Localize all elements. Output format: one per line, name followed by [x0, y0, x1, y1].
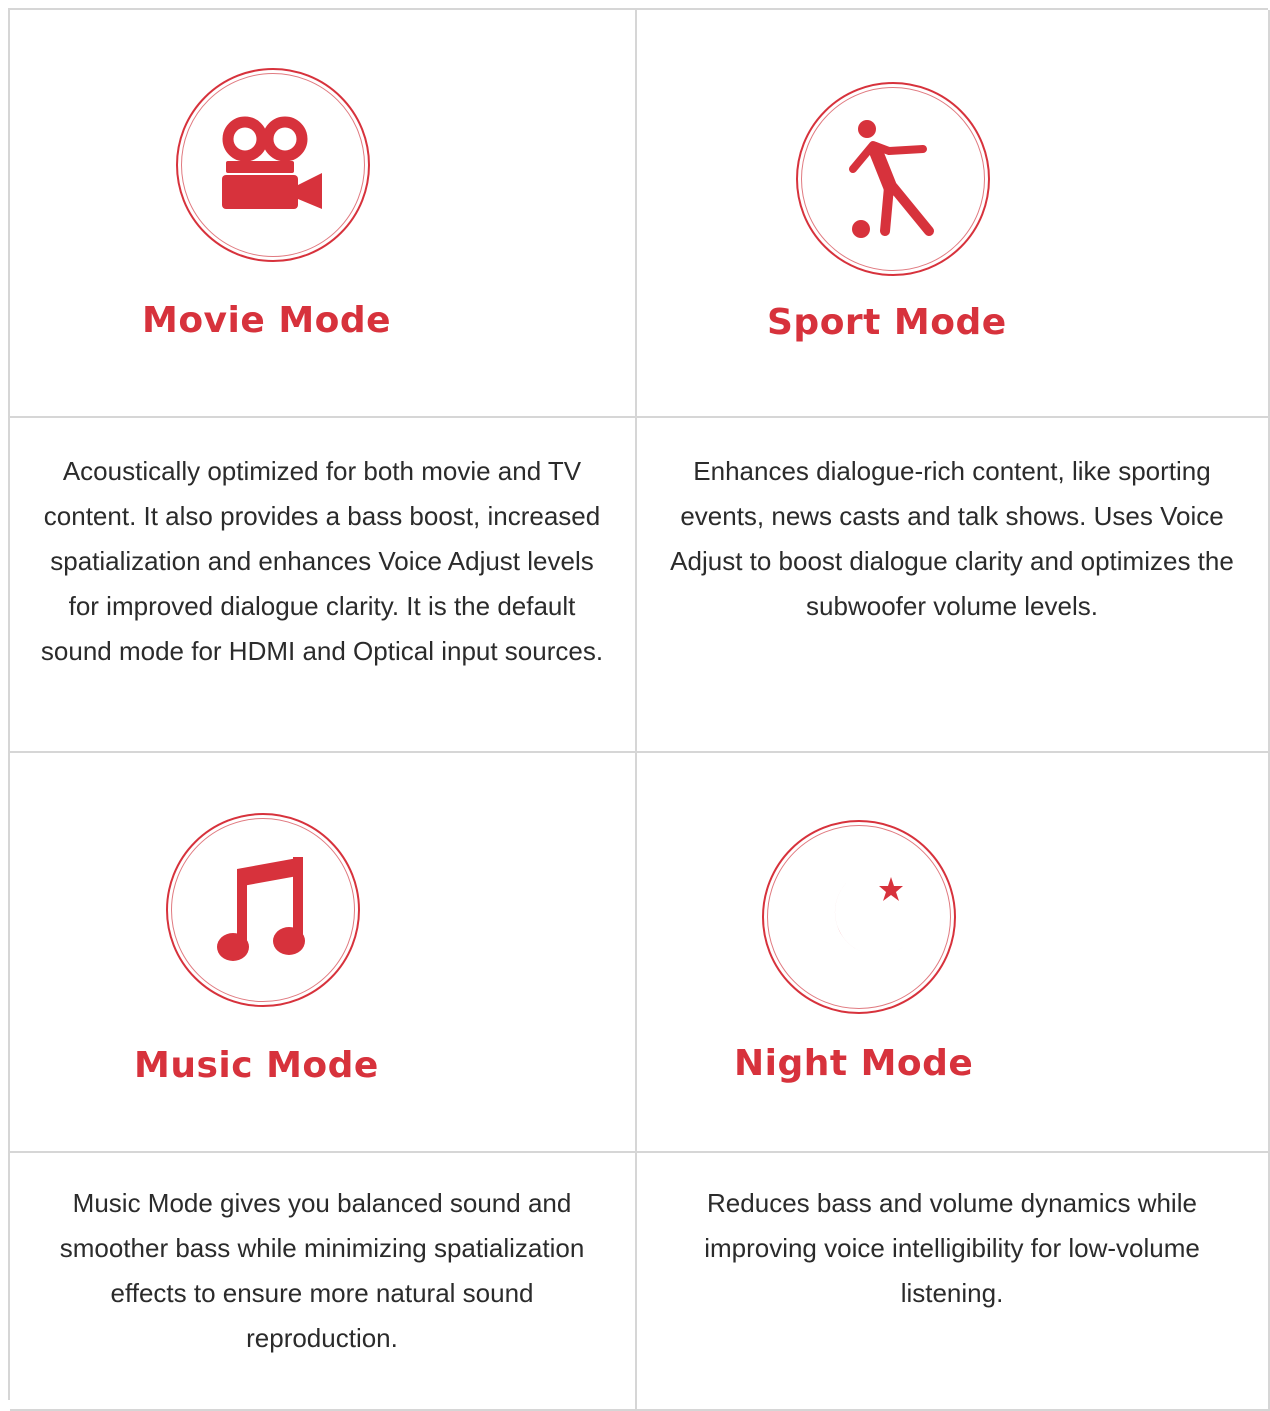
soccer-player-icon — [849, 120, 934, 238]
sport-mode-description-cell: Enhances dialogue-rich content, like spo… — [635, 416, 1270, 753]
movie-mode-badge — [176, 68, 370, 262]
mode-description: Acoustically optimized for both movie an… — [40, 456, 604, 666]
sport-mode-header-cell: Sport Mode — [635, 10, 1270, 418]
music-mode-badge — [166, 813, 360, 1007]
mode-title: Sport Mode — [767, 302, 1007, 343]
moon-star-icon — [834, 877, 903, 956]
mode-title: Music Mode — [134, 1045, 379, 1086]
mode-title: Movie Mode — [142, 300, 392, 341]
music-mode-header-cell: Music Mode — [10, 751, 637, 1153]
mode-description: Reduces bass and volume dynamics while i… — [704, 1188, 1200, 1308]
movie-camera-icon — [222, 116, 322, 209]
music-mode-description-cell: Music Mode gives you balanced sound and … — [10, 1151, 637, 1411]
night-mode-header-cell: Night Mode — [635, 751, 1270, 1153]
movie-mode-description-cell: Acoustically optimized for both movie an… — [10, 416, 637, 753]
sport-mode-badge — [796, 82, 990, 276]
mode-description: Music Mode gives you balanced sound and … — [59, 1188, 585, 1353]
movie-mode-header-cell: Movie Mode — [10, 10, 637, 418]
night-mode-description-cell: Reduces bass and volume dynamics while i… — [635, 1151, 1270, 1411]
mode-description: Enhances dialogue-rich content, like spo… — [670, 456, 1234, 621]
sound-modes-table: Movie Mode Sport Mode Acoustically optim… — [8, 8, 1270, 1411]
night-mode-badge — [762, 820, 956, 1014]
mode-title: Night Mode — [734, 1043, 974, 1084]
music-note-icon — [217, 857, 305, 961]
